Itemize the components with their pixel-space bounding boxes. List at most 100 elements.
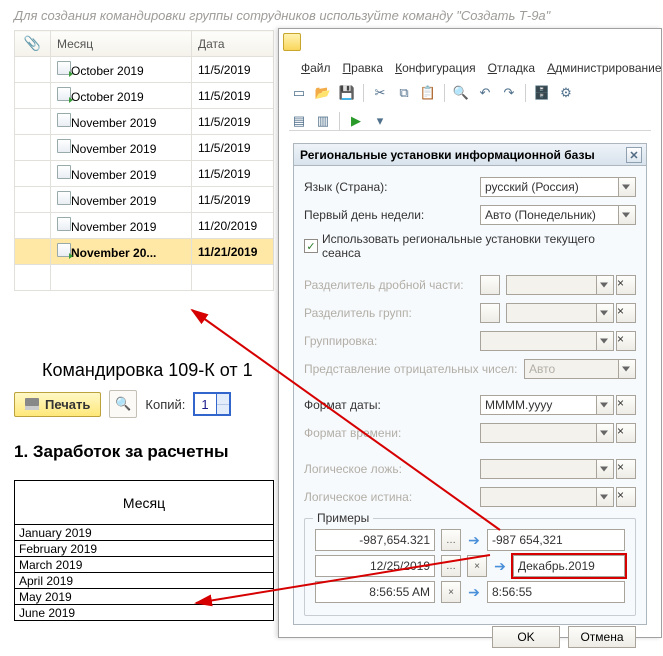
log-true-clear: × [616,487,636,507]
run-opts-icon[interactable]: ▾ [370,111,390,131]
lang-combo[interactable]: русский (Россия) [480,177,636,197]
table-row[interactable]: November 20... 11/21/2019 [15,239,274,265]
months-row: March 2019 [15,557,274,573]
redo-icon[interactable]: ↷ [499,83,519,103]
table-row[interactable]: November 201911/5/2019 [15,161,274,187]
month-cell: November 20... [71,246,156,260]
undo-icon[interactable]: ↶ [475,83,495,103]
document-icon [57,139,71,153]
col-date[interactable]: Дата [192,31,274,57]
months-row: January 2019 [15,525,274,541]
ex-time-left[interactable]: 8:56:55 AM [315,581,435,603]
ex-time-clear[interactable]: × [441,581,461,603]
months-row: June 2019 [15,605,274,621]
firstday-combo[interactable]: Авто (Понедельник) [480,205,636,225]
frac-sep-combo [506,275,614,295]
section-1-heading: 1. Заработок за расчетны [14,442,229,462]
frac-sep-sample [480,275,500,295]
col-clip[interactable]: 📎 [15,31,51,57]
configurator-window: Файл Правка Конфигурация Отладка Администрир… [278,28,662,638]
date-fmt-clear[interactable]: × [616,395,636,415]
copy-icon[interactable]: ⧉ [394,83,414,103]
months-row: April 2019 [15,573,274,589]
lang-label: Язык (Страна): [304,180,480,194]
month-cell: November 2019 [71,168,156,182]
group-sep-clear: × [616,303,636,323]
table-row[interactable]: November 201911/20/2019 [15,213,274,239]
copies-label: Копий: [145,397,185,412]
cancel-button[interactable]: Отмена [568,626,636,648]
ex-date-clear[interactable]: × [467,555,487,577]
open-icon[interactable]: 📂 [313,83,333,103]
group-sep-label: Разделитель групп: [304,306,480,320]
close-button[interactable]: ✕ [626,147,642,163]
table-row[interactable]: November 201911/5/2019 [15,135,274,161]
hint-text: Для создания командировки группы сотрудн… [14,8,550,23]
month-cell: October 2019 [71,64,144,78]
date-cell: 11/21/2019 [192,239,274,265]
menu-item[interactable]: Отладка [488,61,535,75]
ok-button[interactable]: OK [492,626,560,648]
table-row[interactable]: October 201911/5/2019 [15,57,274,83]
date-fmt-combo[interactable]: MMMM.yyyy [480,395,614,415]
months-table: Месяц January 2019February 2019March 201… [14,480,274,621]
find-icon[interactable]: 🔍 [451,83,471,103]
ex-date-left[interactable]: 12/25/2019 [315,555,435,577]
cut-icon[interactable]: ✂ [370,83,390,103]
run-icon[interactable]: ▶ [346,111,366,131]
months-row: February 2019 [15,541,274,557]
tool-b-icon[interactable]: ▥ [313,111,333,131]
main-toolbar[interactable]: ▭ 📂 💾 ✂ ⧉ 📋 🔍 ↶ ↷ 🗄️ ⚙ ▤ ▥ ▶ ▾ [289,79,651,131]
menubar[interactable]: Файл Правка Конфигурация Отладка Администрир… [301,61,663,75]
frac-sep-label: Разделитель дробной части: [304,278,480,292]
menu-item[interactable]: Конфигурация [395,61,476,75]
log-true-label: Логическое истина: [304,490,480,504]
neg-repr-label: Представление отрицательных чисел: [304,362,524,376]
paste-icon[interactable]: 📋 [418,83,438,103]
menu-item[interactable]: Правка [343,61,384,75]
ex-date-pick[interactable]: … [441,555,461,577]
document-icon [57,61,71,75]
time-fmt-label: Формат времени: [304,426,480,440]
time-fmt-combo [480,423,614,443]
log-false-label: Логическое ложь: [304,462,480,476]
db-icon[interactable]: 🗄️ [532,83,552,103]
date-cell: 11/5/2019 [192,109,274,135]
arrow-icon: ➔ [467,532,481,549]
ex-num-pick[interactable]: … [441,529,461,551]
doc-title: Командировка 109-К от 1 [42,360,253,381]
menu-item[interactable]: Администрирование [547,61,661,75]
menu-item[interactable]: Файл [301,61,331,75]
date-cell: 11/5/2019 [192,187,274,213]
use-regional-checkbox[interactable]: ✓ [304,239,318,253]
config-icon[interactable]: ⚙ [556,83,576,103]
magnifier-icon: 🔍 [115,396,131,412]
clip-icon: 📎 [24,35,41,51]
grouping-combo [480,331,614,351]
col-month[interactable]: Месяц [51,31,192,57]
document-icon [57,87,71,101]
table-row[interactable]: November 2019 11/5/2019 [15,187,274,213]
dialog-title-bar: Региональные установки информационной ба… [294,144,646,166]
copies-spinner[interactable]: 1 [193,392,231,416]
examples-legend: Примеры [313,511,373,525]
tool-a-icon[interactable]: ▤ [289,111,309,131]
new-icon[interactable]: ▭ [289,83,309,103]
table-row[interactable]: October 201911/5/2019 [15,83,274,109]
ex-num-left[interactable]: -987,654.321 [315,529,435,551]
month-cell: November 2019 [71,194,156,208]
document-icon [57,113,71,127]
print-toolbar: Печать 🔍 Копий: 1 [14,390,231,418]
month-cell: November 2019 [71,220,156,234]
table-row[interactable]: November 201911/5/2019 [15,109,274,135]
regional-settings-dialog: Региональные установки информационной ба… [293,143,647,625]
ex-num-right: -987 654,321 [487,529,625,551]
print-button[interactable]: Печать [14,392,101,417]
month-cell: November 2019 [71,142,156,156]
documents-grid[interactable]: 📎 Месяц Дата October 201911/5/2019Octobe… [14,30,274,291]
group-sep-sample [480,303,500,323]
save-icon[interactable]: 💾 [337,83,357,103]
preview-button[interactable]: 🔍 [109,390,137,418]
time-fmt-clear: × [616,423,636,443]
months-row: May 2019 [15,589,274,605]
